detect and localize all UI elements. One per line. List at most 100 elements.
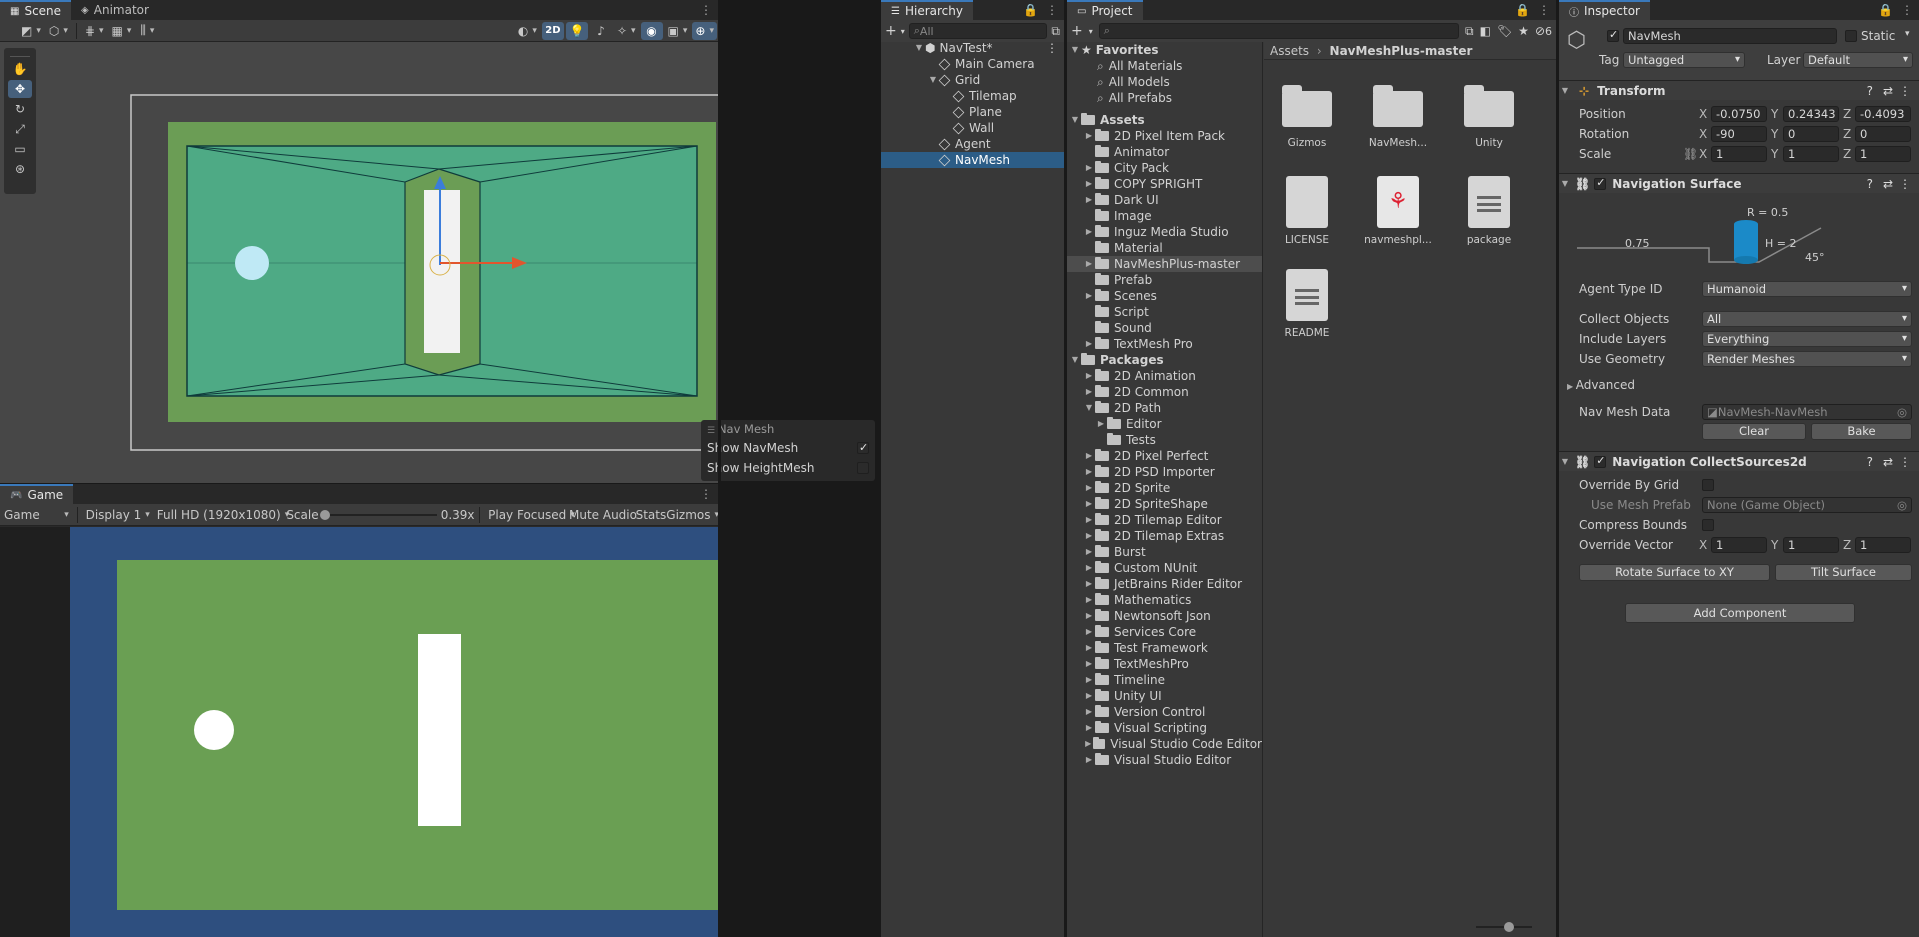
link-scale-icon[interactable]: ⛓ <box>1683 147 1698 161</box>
package-item[interactable]: ▶ Test Framework <box>1067 640 1262 656</box>
list-item[interactable]: Plane <box>881 104 1064 120</box>
static-dropdown-icon[interactable]: ▾ <box>1905 29 1910 39</box>
hierarchy-search-input[interactable]: ⌕ All <box>908 23 1048 39</box>
compress-bounds-checkbox[interactable] <box>1702 519 1714 531</box>
nav-mesh-data-field[interactable]: ◪NavMesh-NavMesh ◎ <box>1702 404 1912 420</box>
package-item[interactable]: ▶ Visual Studio Code Editor <box>1067 736 1262 752</box>
more-icon[interactable]: ⋮ <box>1899 177 1911 191</box>
folder-item[interactable]: Animator <box>1067 144 1262 160</box>
nav-surface-enabled-checkbox[interactable] <box>1594 176 1607 190</box>
folder-item[interactable]: ▶ City Pack <box>1067 160 1262 176</box>
package-item[interactable]: ▶ Unity UI <box>1067 688 1262 704</box>
asset-item[interactable]: README <box>1272 269 1342 339</box>
list-item[interactable]: Wall <box>881 120 1064 136</box>
scale-slider-thumb[interactable] <box>319 509 330 520</box>
packages-header[interactable]: ▼ Packages <box>1067 352 1262 368</box>
label-icon[interactable]: 🏷 <box>1497 24 1512 38</box>
show-heightmesh-row[interactable]: Show HeightMesh <box>701 458 875 478</box>
asset-item[interactable]: Unity <box>1454 83 1524 149</box>
camera-dropdown[interactable]: ▣ <box>665 22 691 40</box>
filter-type-icon[interactable]: ◧ <box>1480 24 1491 38</box>
more-icon[interactable]: ⋮ <box>700 487 712 501</box>
more-icon[interactable]: ⋮ <box>1899 84 1911 98</box>
overlay-title[interactable]: ☰ Nav Mesh <box>701 420 875 438</box>
more-icon[interactable]: ⋮ <box>1538 3 1550 17</box>
favorite-item[interactable]: ⌕ All Materials <box>1067 58 1262 74</box>
play-mode-dropdown[interactable]: Play Focused <box>485 506 570 524</box>
tab-project[interactable]: ▭ Project <box>1067 0 1143 20</box>
package-item[interactable]: ▶ Visual Studio Editor <box>1067 752 1262 768</box>
panel-divider[interactable] <box>1556 0 1559 937</box>
list-item[interactable]: ▼ Grid <box>881 72 1064 88</box>
override-by-grid-checkbox[interactable] <box>1702 479 1714 491</box>
static-checkbox[interactable] <box>1845 30 1857 42</box>
package-item[interactable]: ▶ Burst <box>1067 544 1262 560</box>
position-y-field[interactable]: 0.24343 <box>1783 106 1839 122</box>
package-item[interactable]: ▶ 2D Pixel Perfect <box>1067 448 1262 464</box>
list-item[interactable]: NavMesh <box>881 152 1064 168</box>
lock-icon[interactable]: 🔒 <box>1515 3 1530 17</box>
render-mode-dropdown[interactable]: ⬡ <box>46 22 71 40</box>
scene-viewport[interactable] <box>0 43 718 483</box>
panel-divider[interactable] <box>718 0 721 937</box>
visibility-toggle[interactable]: ◉ <box>640 21 663 40</box>
use-mesh-prefab-field[interactable]: None (Game Object) ◎ <box>1702 497 1912 513</box>
more-icon[interactable]: ⋮ <box>700 3 712 17</box>
favorites-header[interactable]: ▼ ★ Favorites <box>1067 42 1262 58</box>
list-item[interactable]: ▼ ⬢ NavTest* ⋮ <box>881 40 1064 56</box>
shading-mode-dropdown[interactable]: ◐ <box>515 22 540 40</box>
gizmos-dropdown[interactable]: ⊕ <box>692 21 717 40</box>
list-item[interactable]: Main Camera <box>881 56 1064 72</box>
asset-item[interactable]: Gizmos <box>1272 83 1342 149</box>
folder-item[interactable]: ▶ Inguz Media Studio <box>1067 224 1262 240</box>
clear-button[interactable]: Clear <box>1702 423 1806 440</box>
help-icon[interactable]: ? <box>1867 177 1873 191</box>
audio-toggle[interactable]: ♪ <box>590 22 612 40</box>
position-z-field[interactable]: -0.4093 <box>1855 106 1911 122</box>
hidden-packages-icon[interactable]: ⊘6 <box>1535 24 1552 38</box>
2d-toggle[interactable]: 2D <box>541 21 564 40</box>
project-search-input[interactable]: ⌕ <box>1098 23 1460 39</box>
folder-item[interactable]: ▶ NavMeshPlus-master <box>1067 256 1262 272</box>
rotation-z-field[interactable]: 0 <box>1855 126 1911 142</box>
favorite-item[interactable]: ⌕ All Models <box>1067 74 1262 90</box>
show-navmesh-checkbox[interactable] <box>857 440 869 456</box>
tag-dropdown[interactable]: Untagged <box>1623 52 1745 68</box>
package-item[interactable]: ▶ 2D Animation <box>1067 368 1262 384</box>
scene-search-icon[interactable]: ⧉ <box>1051 24 1060 39</box>
more-icon[interactable]: ⋮ <box>1046 40 1058 56</box>
help-icon[interactable]: ? <box>1867 84 1873 98</box>
collect-sources-enabled-checkbox[interactable] <box>1594 454 1607 468</box>
scale-slider[interactable] <box>319 507 437 523</box>
display-dropdown[interactable]: Display 1 <box>83 506 152 524</box>
folder-item[interactable]: ▶ Scenes <box>1067 288 1262 304</box>
mute-audio-button[interactable]: Mute Audio <box>569 506 637 524</box>
lock-icon[interactable]: 🔒 <box>1023 3 1038 17</box>
preset-icon[interactable]: ⇄ <box>1883 84 1893 98</box>
tab-game[interactable]: 🎮 Game <box>0 484 74 504</box>
folder-item[interactable]: Material <box>1067 240 1262 256</box>
rotate-surface-button[interactable]: Rotate Surface to XY <box>1579 564 1770 581</box>
lock-icon[interactable]: 🔒 <box>1878 3 1893 17</box>
nav-surface-header[interactable]: ▼⛓Navigation Surface ? ⇄ ⋮ <box>1559 173 1919 193</box>
scale-z-field[interactable]: 1 <box>1855 146 1911 162</box>
scale-x-field[interactable]: 1 <box>1711 146 1767 162</box>
preset-icon[interactable]: ⇄ <box>1883 455 1893 469</box>
package-item[interactable]: ▶ 2D Tilemap Extras <box>1067 528 1262 544</box>
folder-item[interactable]: Image <box>1067 208 1262 224</box>
rotation-y-field[interactable]: 0 <box>1783 126 1839 142</box>
folder-item[interactable]: Sound <box>1067 320 1262 336</box>
package-item[interactable]: ▶ Visual Scripting <box>1067 720 1262 736</box>
game-view-dropdown[interactable]: Game <box>1 506 72 524</box>
more-icon[interactable]: ⋮ <box>1901 3 1913 17</box>
panel-divider[interactable] <box>1064 0 1067 937</box>
override-vector-z-field[interactable]: 1 <box>1855 537 1911 553</box>
layer-dropdown[interactable]: Default <box>1803 52 1913 68</box>
breadcrumb-assets[interactable]: Assets <box>1270 44 1309 58</box>
zoom-thumb[interactable] <box>1504 922 1514 932</box>
zoom-slider[interactable] <box>1476 922 1532 932</box>
package-item[interactable]: Tests <box>1067 432 1262 448</box>
package-item[interactable]: ▶ 2D Common <box>1067 384 1262 400</box>
snap-dropdown[interactable]: ⋕ <box>82 22 107 40</box>
object-picker-icon[interactable]: ◎ <box>1897 498 1907 512</box>
